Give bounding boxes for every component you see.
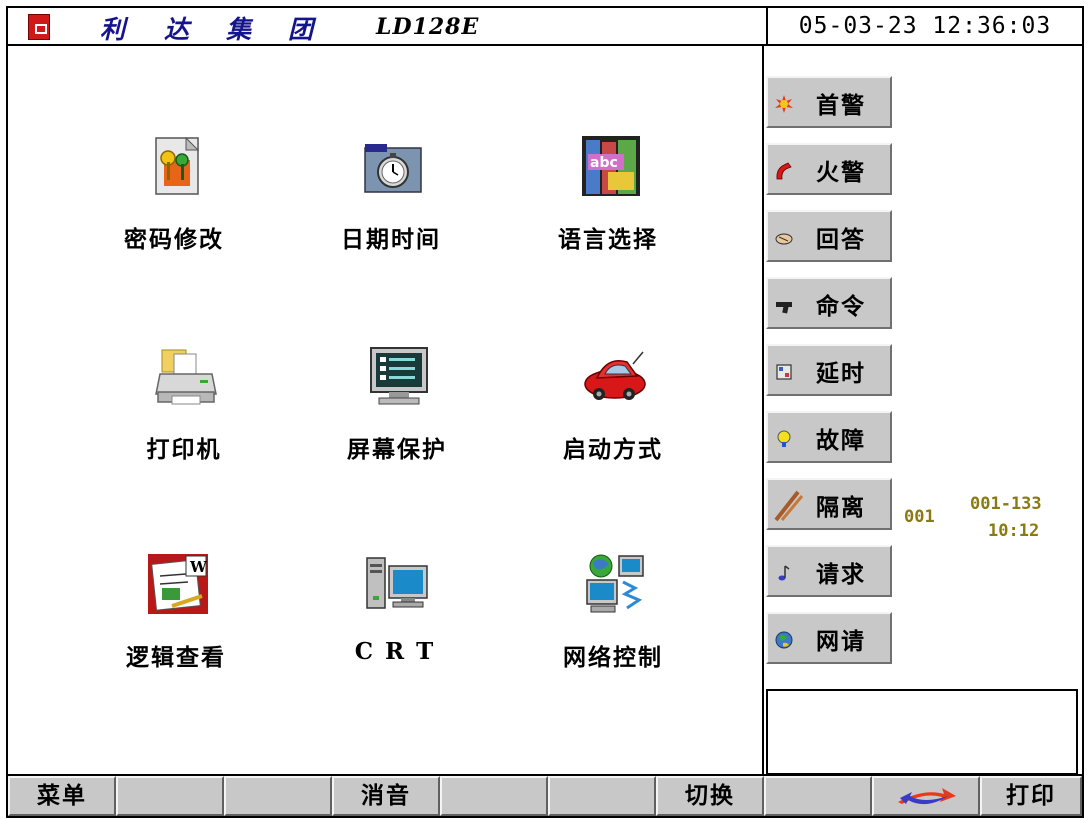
command-label: 命令 [816, 293, 866, 320]
request-label: 请求 [816, 561, 866, 588]
status-panel: 首警 火警 回答 命令 延时 故障 隔离 请求 网请 001 001-133 1… [764, 46, 1082, 775]
isolation-label: 隔离 [816, 494, 866, 521]
request-button[interactable]: 请求 [766, 545, 892, 597]
svg-text:abc: abc [590, 155, 618, 171]
menu-key[interactable]: 菜单 [8, 776, 116, 816]
print-key[interactable]: 打印 [980, 776, 1082, 816]
network-computers-icon [586, 554, 644, 613]
silence-key[interactable]: 消音 [332, 776, 440, 816]
handshake-icon [775, 233, 793, 245]
menu-label: 启动方式 [563, 436, 663, 463]
menu-logic-view[interactable]: W 逻辑查看 [76, 552, 276, 692]
keys-document-icon [155, 136, 200, 195]
isolation-range: 001-133 [970, 494, 1042, 514]
globe-people-icon [775, 631, 793, 649]
title-bar: 利 达 集 团 LD128E 05-03-23 12:36:03 [8, 8, 1082, 46]
main-menu: 密码修改 日期时间 abc 语言选择 打印机 屏幕保护 启动方式 W 逻辑查看 … [8, 46, 762, 774]
message-box [766, 689, 1078, 775]
brand-char-3: 集 [226, 15, 252, 44]
first-alarm-icon [775, 95, 793, 113]
isolation-count: 001 [904, 507, 935, 527]
menu-crt[interactable]: C R T [295, 552, 495, 692]
isolation-sticks-icon [774, 490, 804, 522]
timer-icon [776, 364, 792, 380]
stopwatch-folder-icon [364, 144, 422, 193]
delay-button[interactable]: 延时 [766, 344, 892, 396]
menu-language[interactable]: abc 语言选择 [508, 134, 708, 274]
function-key-5[interactable] [440, 776, 548, 816]
function-key-2[interactable] [116, 776, 224, 816]
delay-label: 延时 [816, 360, 866, 387]
menu-date-time[interactable]: 日期时间 [291, 134, 491, 274]
brand-char-2: 达 [164, 15, 190, 44]
fire-alarm-icon [776, 162, 792, 180]
menu-label: 网络控制 [563, 644, 663, 671]
menu-label: 密码修改 [124, 226, 224, 253]
function-key-6[interactable] [548, 776, 656, 816]
network-request-button[interactable]: 网请 [766, 612, 892, 664]
function-key-3[interactable] [224, 776, 332, 816]
function-key-8[interactable] [764, 776, 872, 816]
menu-screensaver[interactable]: 屏幕保护 [297, 344, 497, 484]
isolation-button[interactable]: 隔离 [766, 478, 892, 530]
fault-label: 故障 [816, 427, 866, 454]
svg-text:W: W [189, 558, 208, 576]
cycle-arrows-icon [898, 788, 956, 805]
fire-alarm-button[interactable]: 火警 [766, 143, 892, 195]
app-window: 利 达 集 团 LD128E 05-03-23 12:36:03 密码修改 日期… [6, 6, 1084, 818]
menu-label: C R T [354, 638, 436, 665]
cycle-key[interactable] [872, 776, 980, 816]
datetime-display: 05-03-23 12:36:03 [766, 8, 1082, 46]
logo-icon [28, 14, 50, 40]
menu-password-change[interactable]: 密码修改 [74, 134, 274, 274]
menu-label: 屏幕保护 [347, 436, 447, 463]
monitor-icon [370, 347, 428, 405]
first-alarm-label: 首警 [816, 92, 866, 119]
pistol-icon [776, 302, 792, 314]
menu-printer[interactable]: 打印机 [84, 344, 284, 484]
bulb-icon [777, 430, 791, 447]
word-document-icon: W [148, 554, 208, 614]
isolation-time: 10:12 [988, 521, 1040, 541]
menu-label: 语言选择 [558, 226, 658, 253]
menu-startup-mode[interactable]: 启动方式 [513, 344, 713, 484]
red-car-icon [584, 351, 646, 400]
menu-label: 打印机 [146, 436, 222, 463]
network-request-label: 网请 [816, 628, 866, 655]
function-key-bar: 菜单 消音 切换 打印 [8, 774, 1082, 816]
menu-label: 逻辑查看 [126, 644, 226, 671]
music-note-icon [778, 565, 790, 581]
model-name: LD128E [376, 14, 480, 40]
computer-icon [366, 557, 428, 609]
fault-button[interactable]: 故障 [766, 411, 892, 463]
answer-button[interactable]: 回答 [766, 210, 892, 262]
menu-label: 日期时间 [341, 226, 441, 253]
brand-char-4: 团 [288, 15, 314, 44]
answer-label: 回答 [816, 226, 866, 253]
abc-books-icon: abc [582, 136, 640, 196]
menu-network-control[interactable]: 网络控制 [513, 552, 713, 692]
printer-icon [155, 349, 217, 405]
brand-char-1: 利 [100, 15, 126, 44]
first-alarm-button[interactable]: 首警 [766, 76, 892, 128]
switch-key[interactable]: 切换 [656, 776, 764, 816]
fire-alarm-label: 火警 [816, 159, 866, 186]
command-button[interactable]: 命令 [766, 277, 892, 329]
